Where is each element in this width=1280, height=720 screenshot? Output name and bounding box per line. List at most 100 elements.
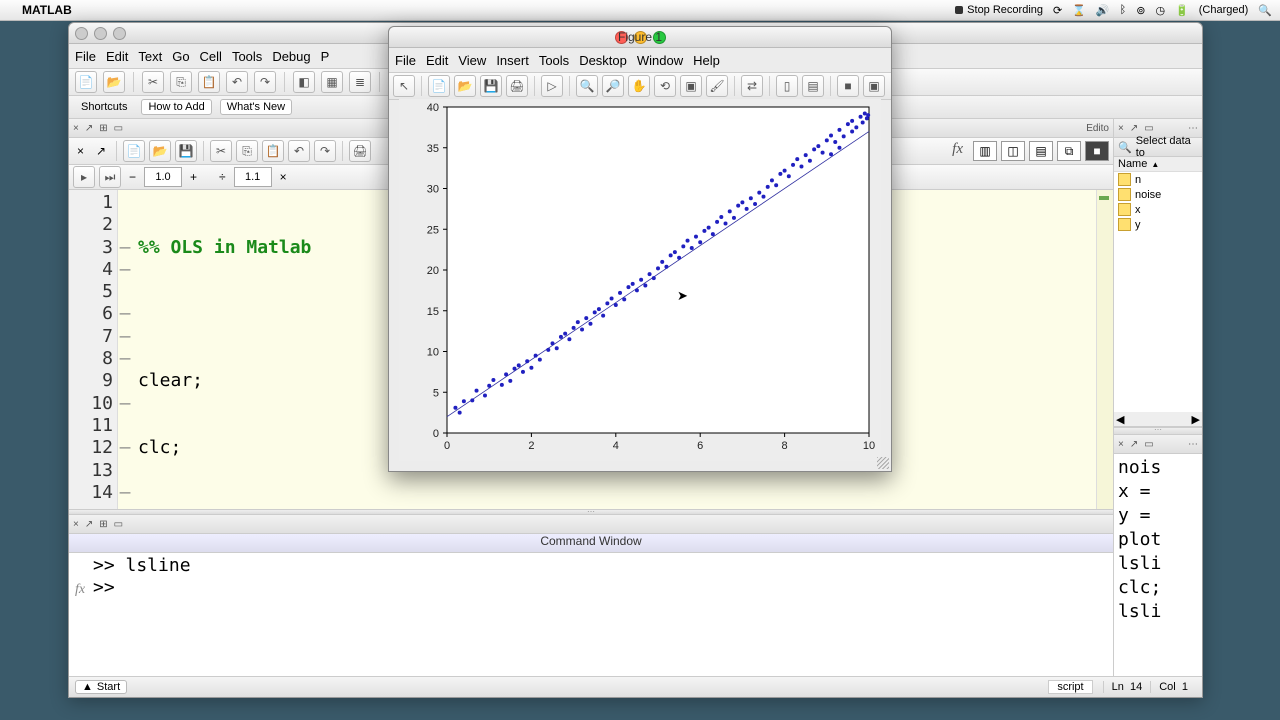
- history-item[interactable]: x =: [1118, 480, 1198, 504]
- fig-show-button[interactable]: ▣: [863, 75, 885, 97]
- menu-truncated[interactable]: P: [321, 49, 330, 64]
- fig-brush-button[interactable]: 🖌: [706, 75, 728, 97]
- simulink-button[interactable]: ◧: [293, 71, 315, 93]
- history-item[interactable]: nois: [1118, 456, 1198, 480]
- editor-new-button[interactable]: 📄: [123, 140, 145, 162]
- figure-titlebar[interactable]: Figure 1: [389, 27, 891, 48]
- menu-tools[interactable]: Tools: [232, 49, 262, 64]
- menu-cell[interactable]: Cell: [200, 49, 222, 64]
- resize-grip[interactable]: [877, 457, 889, 469]
- workspace-var[interactable]: x: [1114, 202, 1202, 217]
- cmd-min-icon[interactable]: ▭: [114, 519, 123, 530]
- fig-menu-window[interactable]: Window: [637, 53, 683, 68]
- window-close-button[interactable]: [75, 27, 88, 40]
- fig-save-button[interactable]: 💾: [480, 75, 502, 97]
- menu-text[interactable]: Text: [138, 49, 162, 64]
- hist-close-icon[interactable]: ×: [1118, 439, 1124, 450]
- fig-datacursor-button[interactable]: ▣: [680, 75, 702, 97]
- start-button[interactable]: ▲ Start: [75, 680, 127, 694]
- fig-menu-tools[interactable]: Tools: [539, 53, 569, 68]
- workspace-var[interactable]: y: [1114, 217, 1202, 232]
- fig-legend-button[interactable]: ▤: [802, 75, 824, 97]
- airport-icon[interactable]: ⊚: [1136, 4, 1145, 17]
- cmd-undock-icon[interactable]: ↗: [85, 519, 93, 530]
- menu-debug[interactable]: Debug: [272, 49, 310, 64]
- history-item[interactable]: lsli: [1118, 552, 1198, 576]
- cmd-fx-icon[interactable]: fx: [75, 555, 93, 691]
- sync-icon[interactable]: ⟳: [1053, 4, 1062, 17]
- cmd-close-icon[interactable]: ×: [73, 519, 79, 530]
- fig-open-button[interactable]: 📂: [454, 75, 476, 97]
- history-item[interactable]: plot: [1118, 528, 1198, 552]
- menu-go[interactable]: Go: [172, 49, 189, 64]
- paste-button[interactable]: 📋: [198, 71, 220, 93]
- fig-rotate-button[interactable]: ⟲: [654, 75, 676, 97]
- editor-cut-button[interactable]: ✂: [210, 140, 232, 162]
- panel-undock-icon[interactable]: ↗: [85, 123, 93, 134]
- fig-zoomin-button[interactable]: 🔍: [576, 75, 598, 97]
- fig-link-button[interactable]: ⇄: [741, 75, 763, 97]
- guide-button[interactable]: ▦: [321, 71, 343, 93]
- layout-btn-2[interactable]: ◫: [1001, 141, 1025, 161]
- battery-icon[interactable]: 🔋: [1175, 4, 1189, 17]
- history-item[interactable]: lsli: [1118, 600, 1198, 624]
- fig-print-button[interactable]: 🖨: [506, 75, 528, 97]
- new-file-button[interactable]: 📄: [75, 71, 97, 93]
- undo-button[interactable]: ↶: [226, 71, 248, 93]
- plus-button[interactable]: +: [186, 170, 201, 184]
- panel-close-icon[interactable]: ×: [73, 123, 79, 134]
- how-to-add-button[interactable]: How to Add: [141, 99, 211, 115]
- volume-icon[interactable]: 🔊: [1096, 4, 1110, 17]
- editor-save-button[interactable]: 💾: [175, 140, 197, 162]
- editor-open-button[interactable]: 📂: [149, 140, 171, 162]
- window-minimize-button[interactable]: [94, 27, 107, 40]
- cmdwin-body[interactable]: fx >> lsline >>: [69, 553, 1113, 693]
- window-zoom-button[interactable]: [113, 27, 126, 40]
- bluetooth-icon[interactable]: ᛒ: [1120, 4, 1127, 16]
- cmd-expand-icon[interactable]: ⊞: [99, 519, 107, 530]
- fig-colorbar-button[interactable]: ▯: [776, 75, 798, 97]
- right-splitter[interactable]: ⋯: [1114, 427, 1202, 435]
- panel-min-icon[interactable]: ▭: [114, 123, 123, 134]
- editor-undo-button[interactable]: ↶: [288, 140, 310, 162]
- times-button[interactable]: ×: [276, 170, 291, 184]
- editor-print-button[interactable]: 🖨: [349, 140, 371, 162]
- zoom-input-1[interactable]: [144, 167, 182, 187]
- cell-eval-advance-button[interactable]: ⏭: [99, 166, 121, 188]
- fx-icon[interactable]: fx: [952, 141, 963, 161]
- figure-axes[interactable]: 02468100510152025303540: [399, 99, 881, 461]
- editor-tab-undock-icon[interactable]: ↗: [92, 144, 110, 158]
- breakpoint-gutter[interactable]: ––––––––: [118, 190, 132, 509]
- fig-pan-button[interactable]: ✋: [628, 75, 650, 97]
- minus-button[interactable]: −: [125, 170, 140, 184]
- profiler-button[interactable]: ≣: [349, 71, 371, 93]
- fig-menu-desktop[interactable]: Desktop: [579, 53, 627, 68]
- layout-btn-1[interactable]: ▥: [973, 141, 997, 161]
- editor-scroll-track[interactable]: [1096, 190, 1113, 509]
- open-file-button[interactable]: 📂: [103, 71, 125, 93]
- editor-tab-close-icon[interactable]: ×: [73, 144, 88, 158]
- whats-new-button[interactable]: What's New: [220, 99, 292, 115]
- history-item[interactable]: clc;: [1118, 576, 1198, 600]
- fig-menu-view[interactable]: View: [458, 53, 486, 68]
- layout-btn-5[interactable]: ■: [1085, 141, 1109, 161]
- fig-hide-button[interactable]: ■: [837, 75, 859, 97]
- fig-menu-insert[interactable]: Insert: [496, 53, 529, 68]
- menu-edit[interactable]: Edit: [106, 49, 128, 64]
- panel-expand-icon[interactable]: ⊞: [99, 123, 107, 134]
- menu-file[interactable]: File: [75, 49, 96, 64]
- spotlight-icon[interactable]: 🔍: [1258, 4, 1272, 17]
- zoom-input-2[interactable]: [234, 167, 272, 187]
- workspace-var[interactable]: n: [1114, 172, 1202, 187]
- layout-btn-3[interactable]: ▤: [1029, 141, 1053, 161]
- cell-eval-button[interactable]: ▸: [73, 166, 95, 188]
- layout-btn-4[interactable]: ⧉: [1057, 141, 1081, 161]
- fig-arrow-button[interactable]: ↖: [393, 75, 415, 97]
- cut-button[interactable]: ✂: [142, 71, 164, 93]
- fig-menu-file[interactable]: File: [395, 53, 416, 68]
- timemachine-icon[interactable]: ⌛: [1072, 4, 1086, 17]
- fig-menu-help[interactable]: Help: [693, 53, 720, 68]
- ws-close-icon[interactable]: ×: [1118, 123, 1124, 134]
- editor-paste-button[interactable]: 📋: [262, 140, 284, 162]
- copy-button[interactable]: ⎘: [170, 71, 192, 93]
